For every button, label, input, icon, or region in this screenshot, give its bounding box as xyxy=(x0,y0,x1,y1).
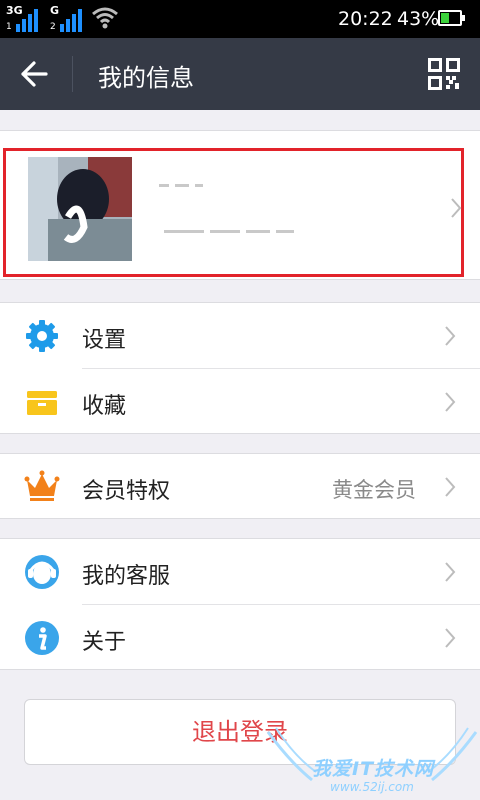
signal-bars-1 xyxy=(16,9,38,32)
profile-name-obscured xyxy=(159,175,219,191)
battery-icon xyxy=(438,10,465,26)
info-icon xyxy=(25,621,59,655)
crown-icon xyxy=(24,470,60,501)
profile-card[interactable] xyxy=(3,148,464,277)
gear-icon xyxy=(26,320,58,352)
arrow-left-icon[interactable] xyxy=(18,58,50,90)
battery-level-fill xyxy=(441,13,449,23)
wifi-icon xyxy=(92,7,118,29)
customer-service-label: 我的客服 xyxy=(82,564,171,589)
about-label: 关于 xyxy=(82,630,127,655)
customer-service-icon xyxy=(25,555,59,589)
folder-icon xyxy=(27,391,57,415)
support-group: 我的客服 关于 xyxy=(0,538,480,670)
favorites-label: 收藏 xyxy=(82,394,127,419)
customer-service-row[interactable]: 我的客服 xyxy=(0,539,480,604)
clock: 20:22 xyxy=(338,8,393,30)
settings-group: 设置 收藏 xyxy=(0,302,480,434)
watermark-title: 我爱IT技术网 xyxy=(312,758,435,780)
signal-2-indicator: G 2 xyxy=(50,4,86,32)
avatar xyxy=(28,157,132,261)
signal-bars-2 xyxy=(60,9,82,32)
chevron-right-icon xyxy=(451,198,462,218)
title-divider xyxy=(72,56,73,92)
settings-label: 设置 xyxy=(82,328,127,353)
watermark-url: www.52ij.com xyxy=(330,780,414,794)
sim-index-1: 1 xyxy=(6,22,12,32)
chevron-right-icon xyxy=(445,392,456,412)
vip-group: 会员特权 黄金会员 xyxy=(0,453,480,519)
qr-code-icon[interactable] xyxy=(428,58,460,90)
page-title: 我的信息 xyxy=(98,64,194,92)
battery-percent: 43% xyxy=(397,8,440,30)
chevron-right-icon xyxy=(445,326,456,346)
vip-row[interactable]: 会员特权 黄金会员 xyxy=(0,454,480,518)
chevron-right-icon xyxy=(445,562,456,582)
sim-index-2: 2 xyxy=(50,22,56,32)
chevron-right-icon xyxy=(445,477,456,497)
about-row[interactable]: 关于 xyxy=(0,605,480,669)
chevron-right-icon xyxy=(445,628,456,648)
status-bar: 3G 1 G 2 20:22 43% xyxy=(0,0,480,38)
profile-account-obscured xyxy=(164,221,364,237)
title-bar: 我的信息 xyxy=(0,38,480,110)
favorites-row[interactable]: 收藏 xyxy=(0,369,480,433)
settings-row[interactable]: 设置 xyxy=(0,303,480,368)
signal-1-indicator: 3G 1 xyxy=(6,4,42,32)
network-type-2: G xyxy=(50,4,60,17)
vip-label: 会员特权 xyxy=(82,479,171,504)
vip-level-value: 黄金会员 xyxy=(332,478,416,502)
site-watermark: 我爱IT技术网 www.52ij.com xyxy=(264,722,480,800)
